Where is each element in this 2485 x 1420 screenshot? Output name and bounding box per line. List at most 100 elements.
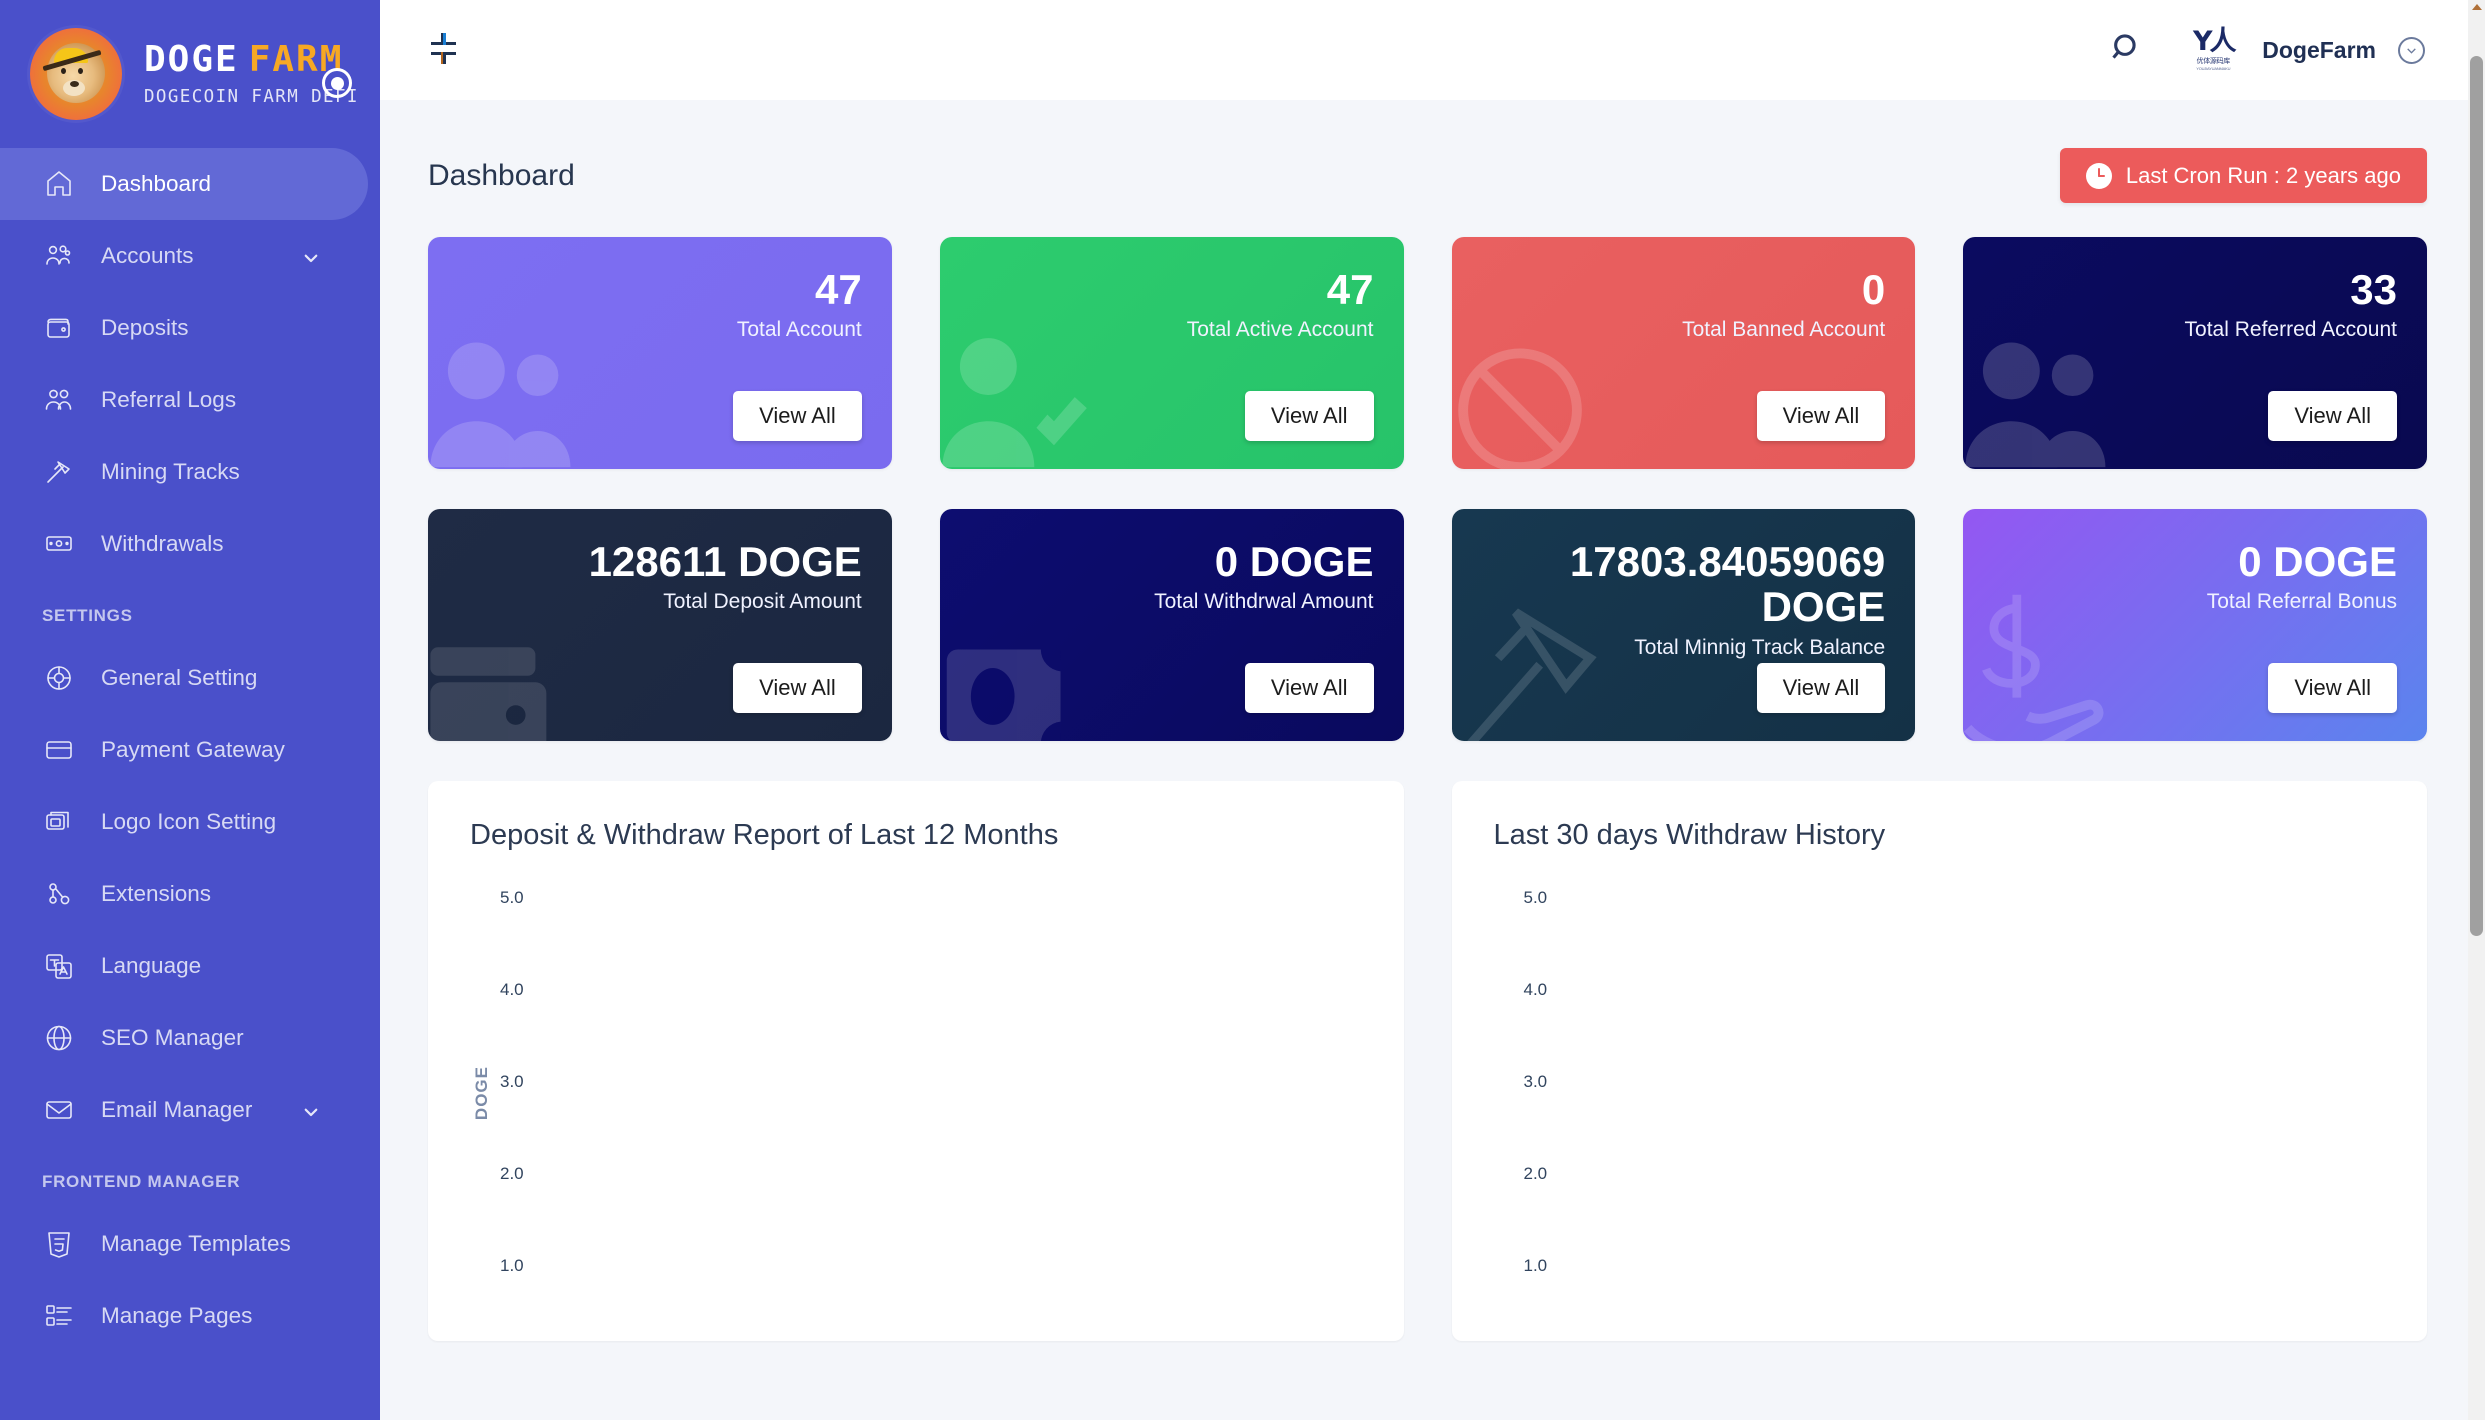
stat-label: Total Active Account	[1186, 318, 1374, 342]
sidebar-item-manage-pages[interactable]: Manage Pages	[0, 1280, 380, 1352]
user-name: DogeFarm	[2262, 36, 2376, 63]
chevron-down-icon[interactable]	[302, 1101, 320, 1119]
sidebar-item-withdrawals[interactable]: Withdrawals	[0, 508, 380, 580]
view-all-button[interactable]: View All	[1756, 663, 1886, 713]
globe-icon	[42, 1021, 76, 1055]
sidebar-item-dashboard[interactable]: Dashboard	[0, 148, 368, 220]
stat-value: 17803.84059069 DOGE	[1569, 538, 1886, 631]
stat-card: 47 Total Account View All	[428, 237, 892, 469]
brand-title-primary: DOGE	[144, 38, 239, 80]
html5-icon	[42, 1227, 76, 1261]
credit-card-icon	[42, 733, 76, 767]
stat-label: Total Minnig Track Balance	[1634, 635, 1886, 659]
compress-icon[interactable]	[422, 29, 464, 71]
scrollbar-thumb[interactable]	[2470, 56, 2483, 936]
sidebar-item-label: Accounts	[101, 243, 194, 268]
avatar-cn-sub: YOUJIAYUANMAKU	[2196, 65, 2231, 71]
y-axis-tick: 4.0	[500, 980, 524, 999]
stat-value: 0 DOGE	[2238, 538, 2397, 585]
stat-cards-row-1: 47 Total Account View All 47 Total Active Ac…	[428, 237, 2427, 469]
chart-panel: Last 30 days Withdraw History 5.0 4.0 3.0 2.…	[1451, 781, 2427, 1341]
y-axis-tick: 5.0	[500, 888, 524, 907]
gear-globe-icon	[42, 661, 76, 695]
page-scrollbar[interactable]	[2468, 0, 2485, 1420]
sidebar-item-seo-manager[interactable]: SEO Manager	[0, 1002, 380, 1074]
sidebar-item-referral-logs[interactable]: Referral Logs	[0, 364, 380, 436]
sidebar-item-label: Manage Templates	[101, 1231, 291, 1256]
sidebar-item-email-manager[interactable]: Email Manager	[0, 1074, 380, 1146]
stat-value: 0	[1861, 266, 1886, 313]
sidebar-item-payment-gateway[interactable]: Payment Gateway	[0, 714, 380, 786]
stat-label: Total Account	[736, 318, 862, 342]
view-all-button[interactable]: View All	[1756, 391, 1886, 441]
view-all-button[interactable]: View All	[1244, 663, 1374, 713]
stat-cards-row-2: 128611 DOGE Total Deposit Amount View All 0…	[428, 509, 2427, 741]
y-axis-tick: 1.0	[1523, 1256, 1548, 1275]
stat-value: 128611 DOGE	[588, 538, 862, 585]
brand[interactable]: DOGE FARM DOGECOIN FARM DEFI	[0, 0, 380, 148]
avatar: Y人 优体源码库 YOUJIAYUANMAKU	[2186, 26, 2240, 74]
view-all-button[interactable]: View All	[2268, 391, 2397, 441]
sidebar-section-title: SETTINGS	[42, 606, 133, 625]
chevron-down-icon[interactable]	[302, 247, 320, 265]
sidebar-item-mining-tracks[interactable]: Mining Tracks	[0, 436, 380, 508]
chart-title: Deposit & Withdraw Report of Last 12 Mon…	[470, 819, 1059, 851]
sidebar-item-label: Dashboard	[101, 171, 212, 196]
sidebar-item-extensions[interactable]: Extensions	[0, 858, 380, 930]
y-axis-tick: 2.0	[500, 1164, 524, 1183]
y-axis-tick: 1.0	[500, 1256, 524, 1275]
chart-panel: Deposit & Withdraw Report of Last 12 Mon…	[428, 781, 1404, 1341]
user-menu[interactable]: Y人 优体源码库 YOUJIAYUANMAKU DogeFarm	[2186, 26, 2425, 74]
sidebar-item-general-setting[interactable]: General Setting	[0, 642, 380, 714]
sidebar-item-label: Withdrawals	[101, 531, 224, 556]
view-all-button[interactable]: View All	[1244, 391, 1374, 441]
y-axis-label: DOGE	[472, 1066, 491, 1121]
wallet-icon	[428, 586, 589, 741]
list-icon	[42, 1299, 76, 1333]
stat-value: 47	[815, 266, 862, 313]
sidebar-item-label: Mining Tracks	[101, 459, 240, 484]
scroll-up-arrow-icon[interactable]	[2472, 4, 2482, 10]
sidebar-item-label: Deposits	[101, 315, 189, 340]
stat-card: 47 Total Active Account View All	[939, 237, 1404, 469]
sidebar-item-label: Extensions	[101, 881, 212, 906]
last-cron-run-button[interactable]: Last Cron Run : 2 years ago	[2059, 148, 2427, 203]
y-axis-tick: 5.0	[1523, 888, 1548, 907]
chart-plot-area[interactable]: 5.0 4.0 3.0 2.0 1.0	[1494, 880, 2386, 1310]
banknote-icon	[42, 527, 76, 561]
sidebar-item-label: SEO Manager	[101, 1025, 244, 1050]
accounts-icon	[42, 239, 76, 273]
chevron-down-icon[interactable]	[2398, 36, 2425, 64]
view-all-button[interactable]: View All	[2268, 663, 2397, 713]
people-group-icon	[428, 314, 589, 469]
app-root: DOGE FARM DOGECOIN FARM DEFI Dashboard Acc…	[0, 0, 2485, 1420]
search-icon[interactable]	[2110, 31, 2144, 70]
stat-label: Total Referral Bonus	[2206, 590, 2397, 614]
envelope-icon	[42, 1093, 76, 1127]
sidebar-item-manage-templates[interactable]: Manage Templates	[0, 1208, 380, 1280]
clock-icon	[2085, 162, 2112, 189]
sidebar-item-accounts[interactable]: Accounts	[0, 220, 380, 292]
content: Dashboard Last Cron Run : 2 years ago 47…	[380, 100, 2485, 1420]
chart-plot-area[interactable]: DOGE 5.0 4.0 3.0 2.0 1.0	[470, 880, 1362, 1310]
home-icon	[42, 167, 76, 201]
stat-label: Total Banned Account	[1682, 318, 1886, 342]
charts-row: Deposit & Withdraw Report of Last 12 Mon…	[428, 781, 2427, 1341]
radio-toggle-icon[interactable]	[322, 68, 352, 98]
view-all-button[interactable]: View All	[733, 663, 862, 713]
view-all-button[interactable]: View All	[733, 391, 862, 441]
y-axis-tick: 3.0	[1523, 1072, 1548, 1091]
stat-card: 0 DOGE Total Referral Bonus View All	[1963, 509, 2427, 741]
stat-value: 47	[1326, 266, 1374, 313]
sidebar-item-language[interactable]: Language	[0, 930, 380, 1002]
sidebar: DOGE FARM DOGECOIN FARM DEFI Dashboard Acc…	[0, 0, 380, 1420]
stat-card: 0 Total Banned Account View All	[1451, 237, 1916, 469]
sidebar-item-label: Logo Icon Setting	[101, 809, 277, 834]
sidebar-item-deposits[interactable]: Deposits	[0, 292, 380, 364]
stat-label: Total Withdrwal Amount	[1154, 590, 1374, 614]
stat-label: Total Referred Account	[2184, 318, 2397, 342]
sidebar-item-logo-icon-setting[interactable]: Logo Icon Setting	[0, 786, 380, 858]
stat-value: 0 DOGE	[1214, 538, 1374, 585]
avatar-mark: Y人	[2192, 26, 2237, 58]
page-head: Dashboard Last Cron Run : 2 years ago	[428, 148, 2427, 203]
